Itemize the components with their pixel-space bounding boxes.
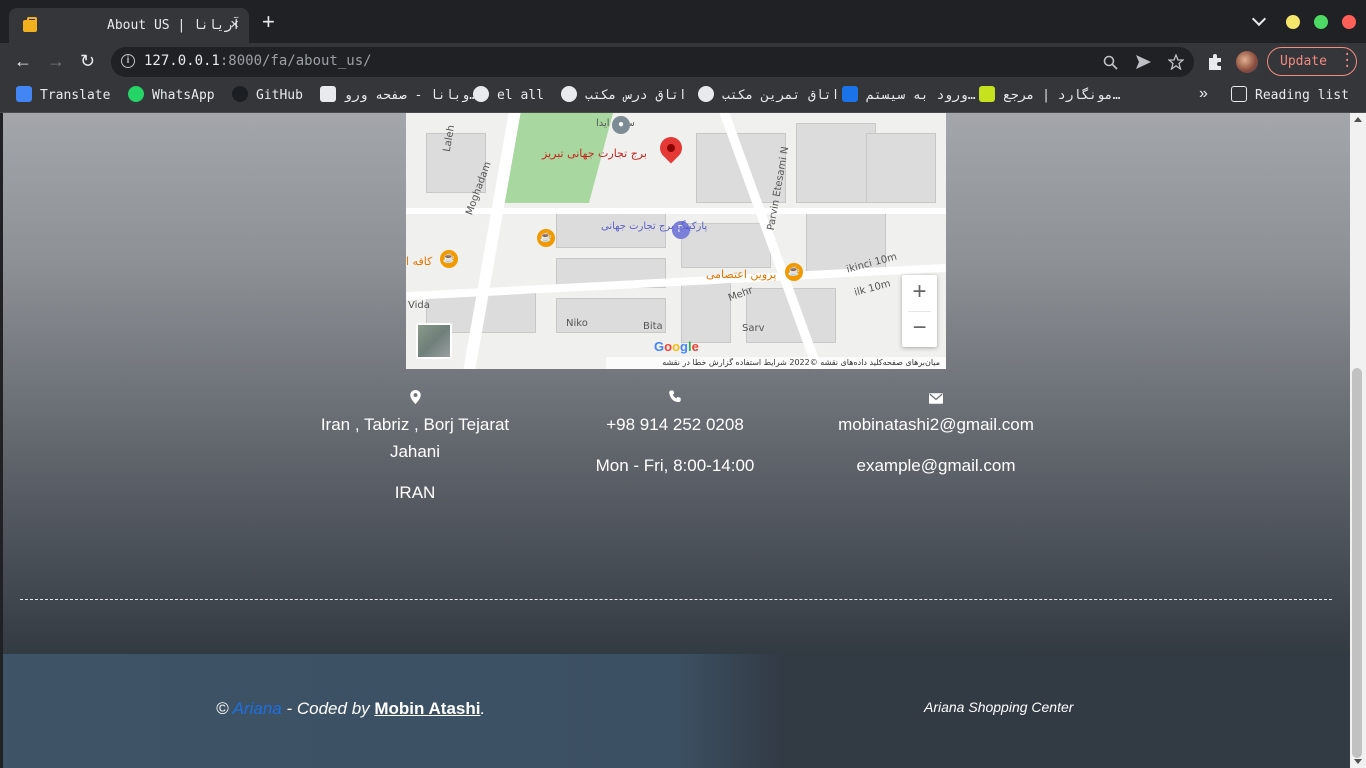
map-road xyxy=(406,208,946,214)
scroll-down-arrow-icon[interactable] xyxy=(1354,759,1362,764)
bookmarks-overflow-chevron-icon[interactable]: » xyxy=(1199,85,1208,103)
address-line: Jahani xyxy=(389,442,441,461)
google-map[interactable]: سالن ایدا برج تجارت جهانی تبریز ● P پارک… xyxy=(406,113,946,369)
bookmark-github[interactable]: GitHub xyxy=(232,86,303,106)
maximize-button[interactable] xyxy=(1314,15,1328,29)
email-column: mobinatashi2@gmail.com example@gmail.com xyxy=(806,389,1066,479)
bookmark-mongard[interactable]: مونگارد | مرجع… xyxy=(979,86,1120,106)
site-icon xyxy=(842,86,858,102)
hall-poi-icon[interactable]: ● xyxy=(612,116,630,134)
satellite-toggle-button[interactable] xyxy=(416,323,452,359)
scrollbar-thumb[interactable] xyxy=(1352,368,1362,758)
google-translate-icon xyxy=(16,86,32,102)
minimize-button[interactable] xyxy=(1286,15,1300,29)
reading-list-button[interactable]: Reading list xyxy=(1231,86,1349,106)
office-hours: Mon - Fri, 8:00-14:00 xyxy=(595,456,755,475)
new-tab-button[interactable]: + xyxy=(262,11,275,33)
bookmark-login[interactable]: ورود به سیستم… xyxy=(842,86,976,106)
forward-arrow-icon[interactable]: → xyxy=(47,51,65,71)
account-icon xyxy=(561,86,577,102)
extensions-puzzle-icon[interactable] xyxy=(1207,53,1223,70)
tab-search-chevron-icon[interactable] xyxy=(1251,11,1267,27)
whatsapp-icon xyxy=(128,86,144,102)
profile-avatar[interactable] xyxy=(1236,51,1258,73)
google-logo: Google xyxy=(654,339,699,354)
map-block xyxy=(796,123,876,203)
site-info-icon[interactable]: i xyxy=(121,54,135,68)
phone-number[interactable]: +98 914 252 0208 xyxy=(545,411,805,438)
send-icon[interactable] xyxy=(1136,55,1151,69)
tab-title: About US | آریانا xyxy=(107,18,241,33)
page-icon xyxy=(320,86,336,102)
bookmarks-bar: Translate WhatsApp GitHub وبانا - صفحه و… xyxy=(0,80,1366,113)
bookmark-vebana[interactable]: وبانا - صفحه ورو… xyxy=(320,86,477,106)
email-link[interactable]: example@gmail.com xyxy=(806,452,1066,479)
update-button[interactable]: Update · · · xyxy=(1267,47,1357,76)
address-line: Iran , Tabriz , Borj Tejarat xyxy=(320,415,510,434)
zoom-in-button[interactable]: + xyxy=(902,275,937,311)
page-content: سالن ایدا برج تجارت جهانی تبریز ● P پارک… xyxy=(3,113,1350,768)
map-attribution[interactable]: میان‌برهای صفحه‌کلید داده‌های نقشه ©2022… xyxy=(606,357,946,369)
scroll-up-arrow-icon[interactable] xyxy=(1354,117,1362,122)
site-icon xyxy=(979,86,995,102)
author-link[interactable]: Mobin Atashi xyxy=(374,699,480,718)
address-bar[interactable]: i 127.0.0.1:8000/fa/about_us/ xyxy=(111,47,1194,77)
map-block xyxy=(681,283,731,343)
url-text[interactable]: 127.0.0.1:8000/fa/about_us/ xyxy=(144,53,372,69)
address-column: Iran , Tabriz , Borj Tejarat Jahani IRAN xyxy=(285,389,545,506)
cafe-icon[interactable]: ☕ xyxy=(440,250,458,268)
favicon-icon xyxy=(23,17,37,32)
cafe-icon[interactable]: ☕ xyxy=(785,263,803,281)
account-icon xyxy=(473,86,489,102)
email-link[interactable]: mobinatashi2@gmail.com xyxy=(806,411,1066,438)
shop-name: Ariana Shopping Center xyxy=(924,699,1074,715)
zoom-out-button[interactable]: − xyxy=(902,311,937,347)
github-icon xyxy=(232,86,248,102)
browser-tab[interactable]: About US | آریانا × xyxy=(9,8,249,43)
reload-icon[interactable]: ↻ xyxy=(80,51,95,71)
reading-list-icon xyxy=(1231,86,1247,102)
location-pin-icon[interactable] xyxy=(655,132,687,164)
close-window-button[interactable] xyxy=(1342,15,1356,29)
map-marker-icon xyxy=(285,389,545,407)
zoom-divider xyxy=(908,311,931,312)
dashed-divider xyxy=(20,599,1332,600)
browser-toolbar: ← → ↻ i 127.0.0.1:8000/fa/about_us/ Upda… xyxy=(0,43,1366,80)
country-text: IRAN xyxy=(394,483,436,502)
close-tab-icon[interactable]: × xyxy=(230,16,239,33)
bookmark-el-all[interactable]: el all xyxy=(473,86,544,106)
bookmark-class-room[interactable]: اتاق درس مکتب xyxy=(561,86,687,106)
tab-strip: About US | آریانا × + xyxy=(0,0,1366,43)
envelope-icon xyxy=(806,389,1066,407)
map-zoom-control: + − xyxy=(902,275,937,347)
brand-link[interactable]: Ariana xyxy=(233,699,282,718)
page-scrollbar[interactable] xyxy=(1350,113,1366,768)
site-footer: © Ariana - Coded by Mobin Atashi. Ariana… xyxy=(3,654,1350,768)
bookmark-whatsapp[interactable]: WhatsApp xyxy=(128,86,215,106)
zoom-search-icon[interactable] xyxy=(1103,55,1118,70)
phone-icon xyxy=(545,389,805,407)
bookmark-star-icon[interactable] xyxy=(1168,54,1184,70)
account-icon xyxy=(698,86,714,102)
bookmark-practice-room[interactable]: اتاق تمرین مکتب xyxy=(698,86,839,106)
back-arrow-icon[interactable]: ← xyxy=(14,51,32,71)
cafe-icon[interactable]: ☕ xyxy=(537,229,555,247)
phone-column: +98 914 252 0208 Mon - Fri, 8:00-14:00 xyxy=(545,389,805,479)
copyright-text: © Ariana - Coded by Mobin Atashi. xyxy=(216,699,486,718)
more-menu-icon[interactable]: · · · xyxy=(1343,48,1351,74)
map-block xyxy=(866,133,936,203)
bookmark-translate[interactable]: Translate xyxy=(16,86,110,106)
